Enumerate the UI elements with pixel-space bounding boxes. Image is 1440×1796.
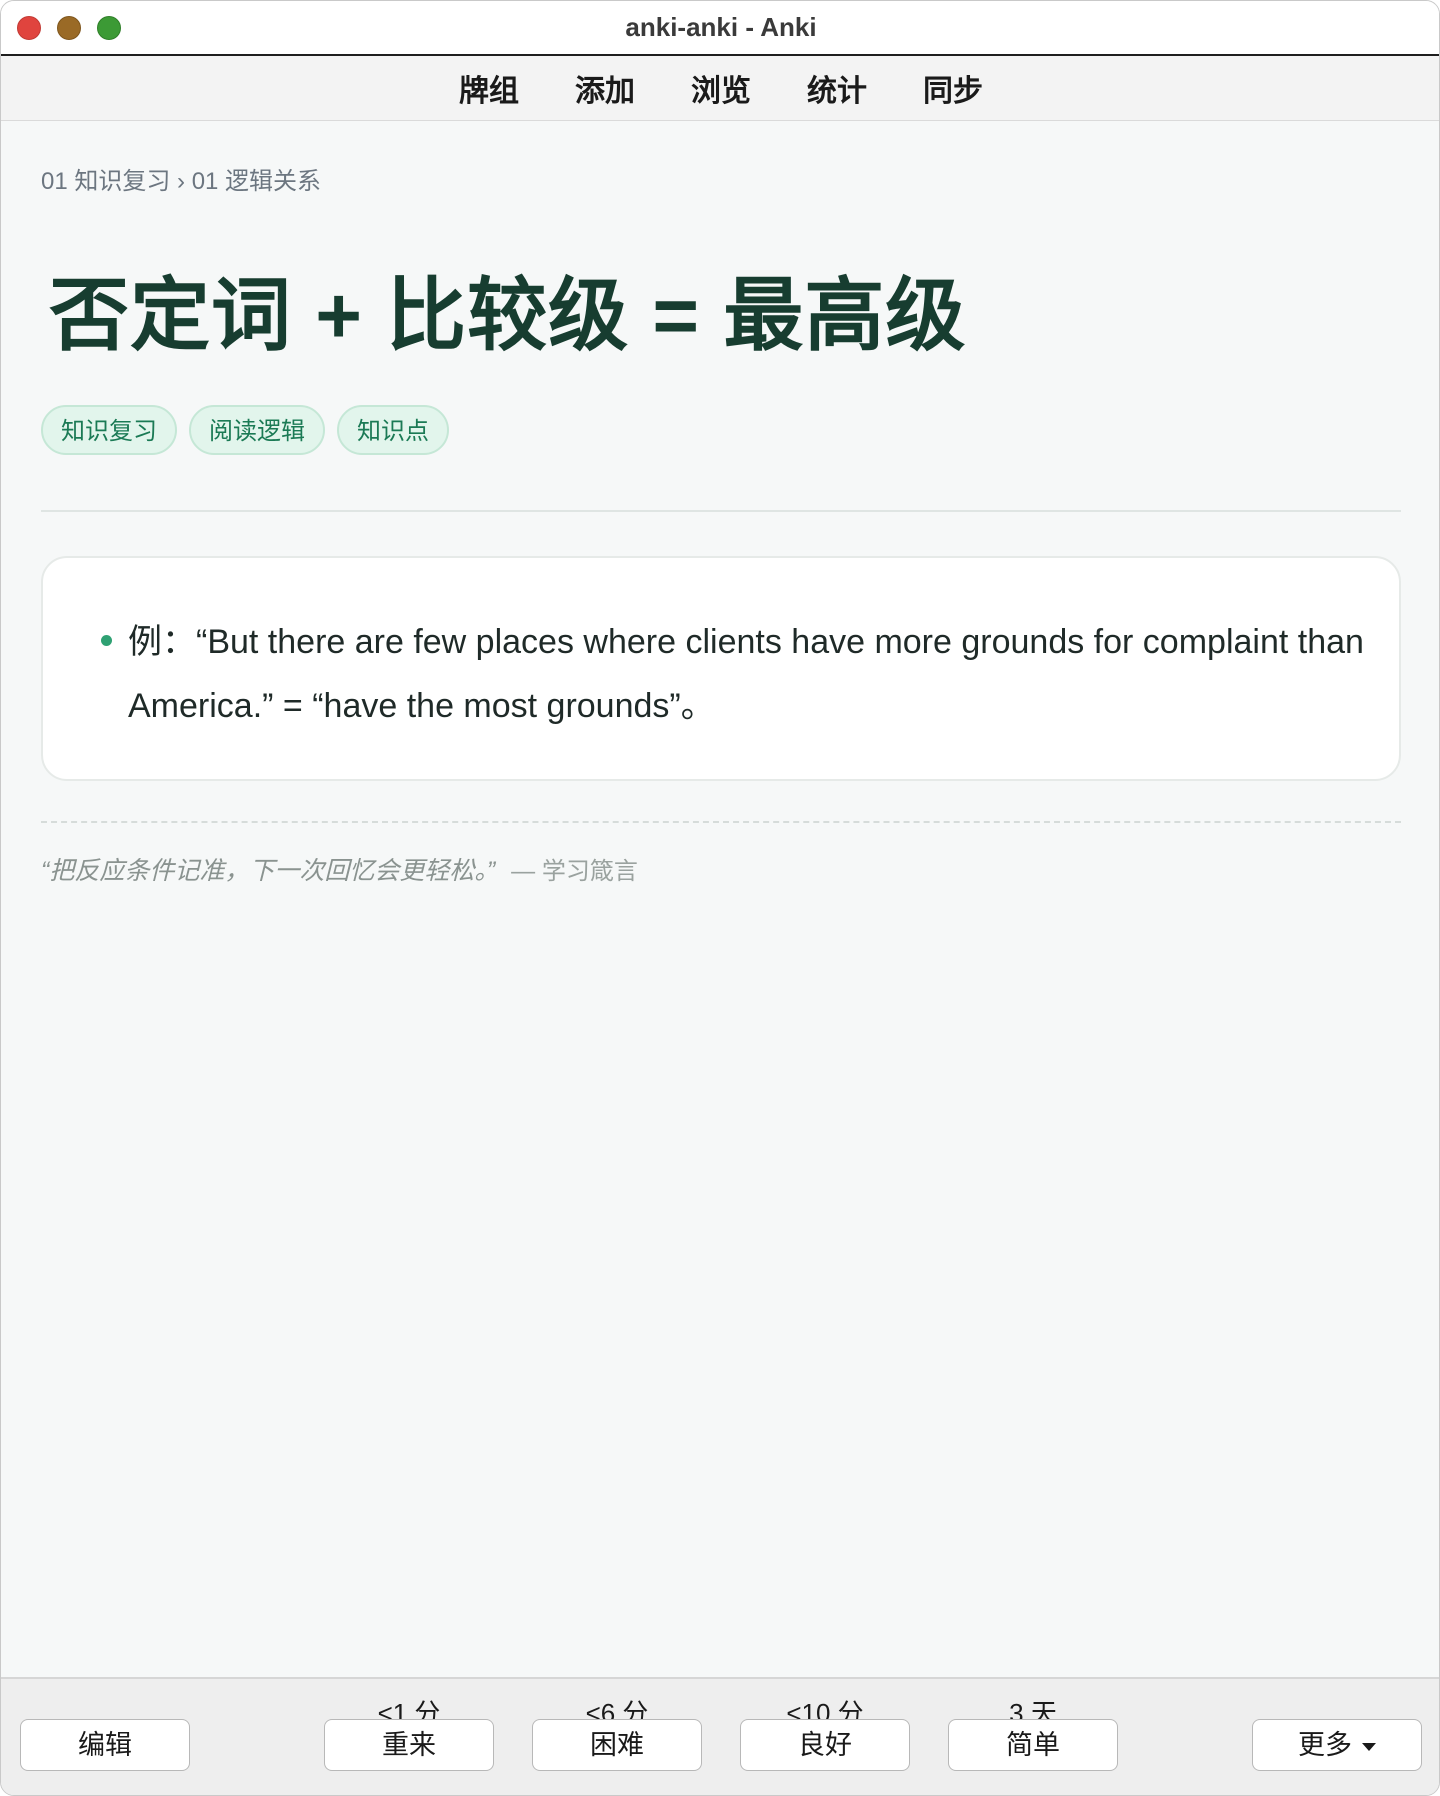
edit-button[interactable]: 编辑 xyxy=(20,1719,190,1771)
bullet-icon xyxy=(101,635,112,646)
hard-button[interactable]: 困难 xyxy=(532,1719,702,1771)
tag-list: 知识复习 阅读逻辑 知识点 xyxy=(41,405,449,455)
quote-source: — 学习箴言 xyxy=(511,858,638,885)
window-title: anki-anki - Anki xyxy=(625,12,817,42)
more-button[interactable]: 更多 xyxy=(1252,1719,1422,1771)
divider xyxy=(41,510,1401,512)
card-title: 否定词 + 比较级 = 最高级 xyxy=(49,271,967,360)
tag: 知识复习 xyxy=(41,405,177,455)
tag: 阅读逻辑 xyxy=(189,405,325,455)
dashed-divider xyxy=(41,821,1401,823)
toolbar-add[interactable]: 添加 xyxy=(575,62,635,114)
breadcrumb: 01 知识复习 › 01 逻辑关系 xyxy=(41,168,322,195)
example-text: 例：“But there are few places where client… xyxy=(128,623,1364,725)
toolbar-stats[interactable]: 统计 xyxy=(807,62,867,114)
main-toolbar: 牌组 添加 浏览 统计 同步 xyxy=(1,56,1439,121)
more-label: 更多 xyxy=(1298,1730,1352,1760)
quote-text: “把反应条件记准，下一次回忆会更轻松。” xyxy=(41,857,496,885)
caret-down-icon xyxy=(1362,1742,1376,1751)
good-button[interactable]: 良好 xyxy=(740,1719,910,1771)
again-button[interactable]: 重来 xyxy=(324,1719,494,1771)
toolbar-sync[interactable]: 同步 xyxy=(923,62,983,114)
easy-button[interactable]: 简单 xyxy=(948,1719,1118,1771)
tag: 知识点 xyxy=(337,405,449,455)
anki-window: anki-anki - Anki 牌组 添加 浏览 统计 同步 01 知识复习 … xyxy=(0,0,1440,1796)
toolbar-decks[interactable]: 牌组 xyxy=(459,62,519,114)
quote: “把反应条件记准，下一次回忆会更轻松。” — 学习箴言 xyxy=(41,851,638,887)
title-bar: anki-anki - Anki xyxy=(1,1,1439,56)
example-box: 例：“But there are few places where client… xyxy=(41,556,1401,781)
toolbar-browse[interactable]: 浏览 xyxy=(691,62,751,114)
review-bottom-bar: 编辑 <1 分 重来 <6 分 困难 <10 分 良好 3 天 简单 更多 xyxy=(1,1677,1439,1795)
